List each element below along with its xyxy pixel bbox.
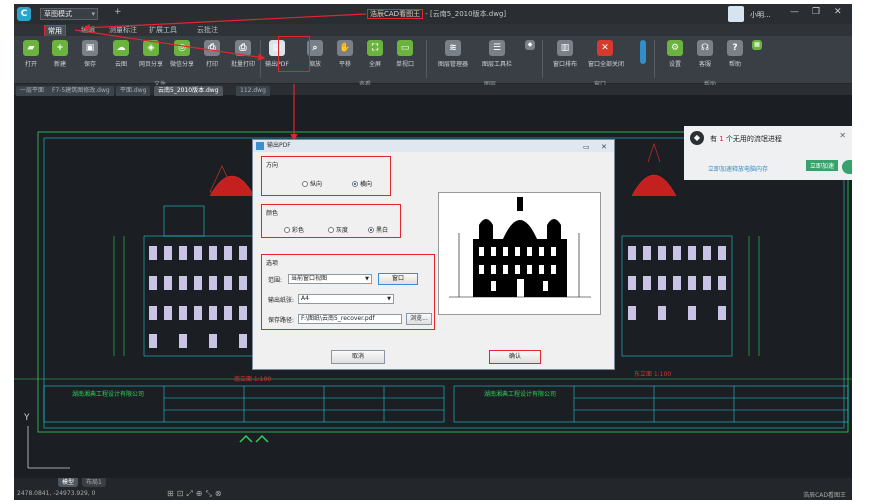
preview-drawing [449,197,591,298]
range-select[interactable]: 当前窗口视图 ▼ [288,274,372,284]
paper-select[interactable]: A4 ▼ [298,294,394,304]
orientation-label: 方向 [266,162,279,169]
radio-bw[interactable]: 黑白 [368,225,388,234]
dialog-title-bar: 输出PDF ▭ ✕ [253,140,614,152]
color-label: 颜色 [266,210,279,217]
window-pick-button[interactable]: 窗口 [378,273,418,285]
save-path-label: 保存路径: [268,317,295,324]
color-group: 颜色 彩色 灰度 黑白 [261,204,401,238]
pdf-icon [256,142,264,150]
export-pdf-highlight [278,36,310,72]
radio-color[interactable]: 彩色 [284,225,304,234]
chevron-down-icon: ▼ [387,296,391,302]
range-label: 范围: [268,277,283,284]
radio-portrait[interactable]: 纵向 [302,179,322,188]
options-label: 选项 [266,260,279,267]
paper-label: 输出纸张: [268,297,295,304]
close-icon[interactable]: ✕ [601,141,607,153]
options-group: 选项 范围: 当前窗口视图 ▼ 窗口 输出纸张: A4 ▼ 保存路径: F:\图纸\… [261,254,435,330]
orientation-group: 方向 纵向 横向 [261,156,391,196]
save-path-input[interactable]: F:\图纸\云南5_recover.pdf [298,314,402,324]
browse-button[interactable]: 浏览... [406,313,432,325]
dialog-title: 输出PDF [267,142,291,149]
minimize-icon[interactable]: ▭ [583,141,590,153]
chevron-down-icon: ▼ [365,276,369,282]
pdf-preview [438,192,601,315]
confirm-button[interactable]: 确认 [489,350,541,364]
radio-landscape[interactable]: 横向 [352,179,372,188]
cancel-button[interactable]: 取消 [331,350,385,364]
radio-grayscale[interactable]: 灰度 [328,225,348,234]
